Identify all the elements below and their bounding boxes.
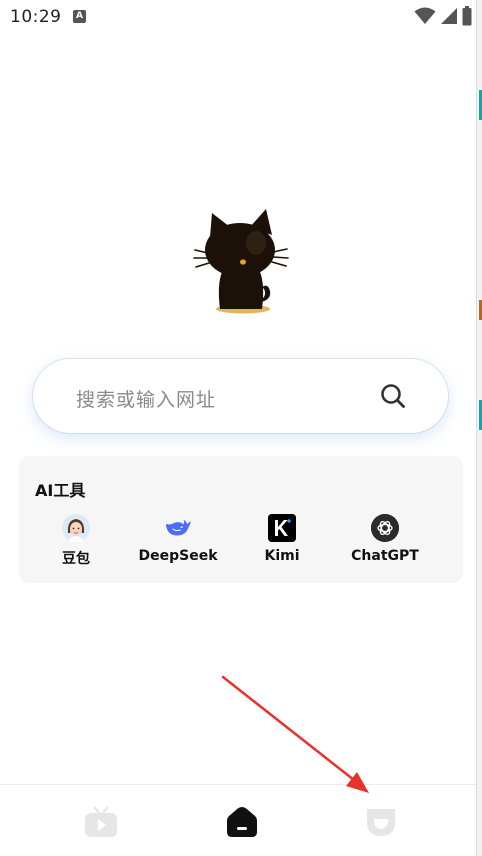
wifi-icon <box>414 7 436 24</box>
app-notification-icon: A <box>73 10 86 23</box>
home-tab-icon <box>227 807 257 837</box>
search-icon[interactable] <box>380 383 406 409</box>
profile-tab-icon <box>367 809 395 836</box>
status-indicators <box>414 6 472 26</box>
black-cat-mascot <box>193 209 289 314</box>
kimi-k-icon <box>268 514 296 542</box>
tool-chatgpt[interactable]: ChatGPT <box>330 514 440 564</box>
ai-tools-title: AI工具 <box>35 481 86 500</box>
nav-video[interactable] <box>82 803 120 841</box>
chatgpt-logo-icon <box>371 514 399 542</box>
tool-deepseek-label: DeepSeek <box>138 548 218 564</box>
tool-kimi[interactable]: Kimi <box>227 514 337 564</box>
search-input[interactable]: 搜索或输入网址 <box>76 385 216 412</box>
bottom-navigation <box>0 784 476 856</box>
battery-icon <box>462 6 472 26</box>
doubao-avatar-icon <box>62 514 90 542</box>
tool-deepseek[interactable]: DeepSeek <box>123 514 233 564</box>
phone-screen: 10:29 A 搜索或输入网址 AI工具 豆包 DeepSeek Kimi Ch… <box>0 0 476 856</box>
search-bar[interactable]: 搜索或输入网址 <box>33 359 448 433</box>
deepseek-whale-icon <box>164 514 192 542</box>
tool-chatgpt-label: ChatGPT <box>351 548 419 564</box>
nav-home[interactable] <box>223 803 261 841</box>
tool-doubao[interactable]: 豆包 <box>21 514 131 568</box>
nav-profile[interactable] <box>362 803 400 841</box>
tool-doubao-label: 豆包 <box>62 551 90 567</box>
status-bar: 10:29 A <box>0 0 476 34</box>
status-time: 10:29 <box>10 7 62 27</box>
signal-icon <box>441 8 457 24</box>
tool-kimi-label: Kimi <box>264 548 300 564</box>
ai-tools-panel: AI工具 豆包 DeepSeek Kimi ChatGPT <box>19 456 463 583</box>
video-tab-icon <box>85 806 117 837</box>
